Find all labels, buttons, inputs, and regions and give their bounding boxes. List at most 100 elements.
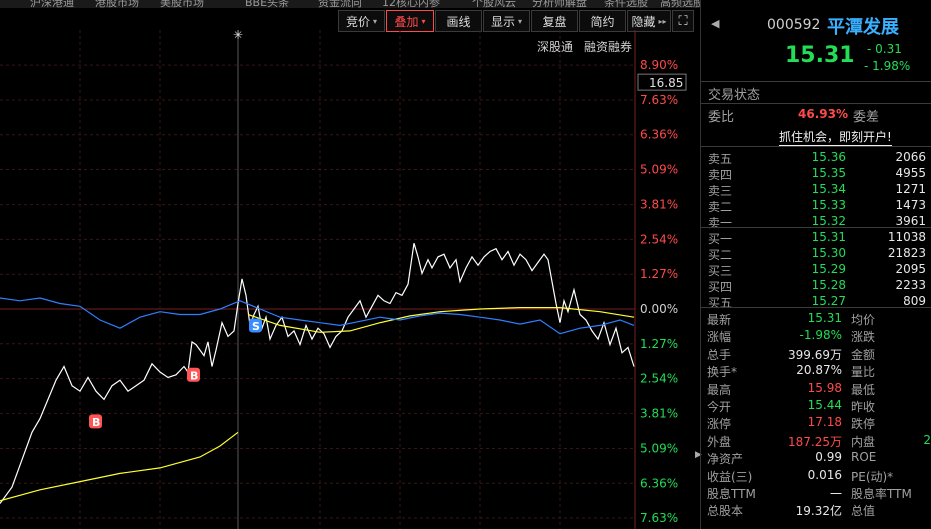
orderbook-volume: 1271 xyxy=(895,182,926,196)
stat-item: 涨幅 -1.98% xyxy=(707,328,842,345)
stat-item: 总值 xyxy=(851,502,931,519)
orderbook-row[interactable]: 卖二 15.33 1473 xyxy=(701,198,931,214)
stat-label: 量比 xyxy=(851,365,876,380)
quote-panel: ◀ 000592 平潭发展 15.31 - 0.31 - 1.98% 交易状态 … xyxy=(700,0,931,529)
orderbook-row[interactable]: 卖三 15.34 1271 xyxy=(701,182,931,198)
stat-value: 0.99 xyxy=(815,450,842,465)
divider xyxy=(701,227,931,228)
stat-label: 股息率TTM xyxy=(851,487,912,501)
stat-item: 跌停 xyxy=(851,415,931,432)
stat-label: 换手* xyxy=(707,365,738,380)
orderbook-level-label: 卖五 xyxy=(708,152,733,166)
orderbook-volume: 21823 xyxy=(887,246,926,260)
orderbook-level-label: 买四 xyxy=(708,280,733,294)
weibi-label: 委比 xyxy=(708,110,735,125)
top-menu-item[interactable]: 资金流向 xyxy=(318,0,362,8)
stat-value: 15.44 xyxy=(807,398,842,412)
orderbook-price: 15.29 xyxy=(811,262,846,276)
top-menu-item[interactable]: 高频选股 xyxy=(660,0,700,8)
orderbook-row[interactable]: 买三 15.29 2095 xyxy=(701,262,931,278)
y-axis-tick-label: 5.09% xyxy=(640,163,678,177)
stock-code: 000592 xyxy=(767,17,821,33)
divider xyxy=(701,81,931,82)
stat-value: 17.18 xyxy=(807,415,842,430)
orderbook-row[interactable]: 买一 15.31 11038 xyxy=(701,230,931,246)
open-account-link[interactable]: 抓住机会，即刻开户! xyxy=(779,128,892,146)
stat-item: 金额 xyxy=(851,346,931,363)
stat-value: 19.32亿 xyxy=(795,504,842,519)
toolbar-diejia-button[interactable]: 叠加 ▾ xyxy=(386,10,434,32)
toolbar-xianshi-button[interactable]: 显示 ▾ xyxy=(483,10,530,32)
chevron-down-icon: ▾ xyxy=(518,16,523,26)
cursor-marker-icon: ✳ xyxy=(233,30,243,42)
y-axis-tick-label: 1.27% xyxy=(640,267,678,281)
chevron-down-icon: ▾ xyxy=(421,16,426,26)
toolbar-fupan-button[interactable]: 复盘 xyxy=(531,10,578,32)
stat-item: 量比 xyxy=(851,363,931,380)
y-axis-tick-label: 2.54% xyxy=(640,232,678,246)
stat-item: 换手* 20.87% xyxy=(707,363,842,380)
toolbar-jingjia-button[interactable]: 竞价 ▾ xyxy=(338,10,385,32)
divider xyxy=(701,103,931,104)
top-menu-item[interactable]: 沪深港通 xyxy=(30,0,74,8)
orderbook-level-label: 卖一 xyxy=(708,216,733,230)
cursor-price-label: 16.85 xyxy=(649,76,683,90)
series-avg-line xyxy=(247,307,635,333)
top-menu-item[interactable]: 条件选股 xyxy=(604,0,648,8)
stat-value: -1.98% xyxy=(799,328,842,343)
trade-marker-label: B xyxy=(92,416,100,429)
stat-label: 总手 xyxy=(707,347,732,362)
stat-item: 均价 xyxy=(851,311,931,328)
orderbook-level-label: 买三 xyxy=(708,264,733,278)
orderbook-price: 15.28 xyxy=(811,278,846,292)
y-axis-tick-label: 8.90% xyxy=(640,58,678,72)
stat-item: 今开 15.44 xyxy=(707,398,842,415)
top-menu-item[interactable]: 个股风云 xyxy=(472,0,516,8)
orderbook-volume: 11038 xyxy=(887,230,926,244)
orderbook-row[interactable]: 买四 15.28 2233 xyxy=(701,278,931,294)
top-menu: 沪深港通 港股市场 美股市场 BBE头条 资金流向 12核心内参 个股风云 分析… xyxy=(0,0,700,8)
orderbook-level-label: 买五 xyxy=(708,296,733,310)
y-axis-tick-label: 1.27% xyxy=(640,337,678,351)
stat-item: 股息TTM 一 xyxy=(707,485,842,502)
intraday-chart[interactable]: 8.90% 7.63% 6.36% 5.09% 3.81% 2.54% 1.27% 0.00%… xyxy=(0,30,695,529)
toolbar-yincang-button[interactable]: 隐藏 ▸▸ xyxy=(627,10,671,32)
orderbook-volume: 4955 xyxy=(895,166,926,180)
toolbar-huaxian-button[interactable]: 画线 xyxy=(435,10,482,32)
orderbook-volume: 1473 xyxy=(895,198,926,212)
stock-name[interactable]: 平潭发展 xyxy=(827,13,899,39)
stat-label: 涨跌 xyxy=(851,330,876,345)
stat-label: 均价 xyxy=(851,313,876,327)
orderbook-level-label: 卖二 xyxy=(708,200,733,214)
stat-label: 最新 xyxy=(707,313,732,327)
orderbook-volume: 2233 xyxy=(895,278,926,292)
top-menu-item[interactable]: BBE头条 xyxy=(245,0,289,8)
stat-label: 跌停 xyxy=(851,417,876,432)
collapse-left-icon[interactable]: ◀ xyxy=(711,17,719,30)
orderbook-row[interactable]: 买二 15.30 21823 xyxy=(701,246,931,262)
top-menu-item[interactable]: 港股市场 xyxy=(95,0,139,8)
y-axis-tick-label: 7.63% xyxy=(640,93,678,107)
top-menu-item[interactable]: 12核心内参 xyxy=(382,0,440,8)
series-index-line xyxy=(0,297,635,335)
orderbook-row[interactable]: 卖五 15.36 2066 xyxy=(701,150,931,166)
top-menu-item[interactable]: 美股市场 xyxy=(160,0,204,8)
y-axis-tick-label: 3.81% xyxy=(640,406,678,420)
stat-item: 总股本 19.32亿 xyxy=(707,502,842,519)
y-axis-tick-label: 2.54% xyxy=(640,372,678,386)
stat-item: 净资产 0.99 xyxy=(707,450,842,467)
toolbar-jianyue-button[interactable]: 简约 xyxy=(579,10,626,32)
stat-label: 最高 xyxy=(707,382,732,397)
stat-label: 股息TTM xyxy=(707,487,756,501)
stat-label: 净资产 xyxy=(707,452,744,467)
series-price-line xyxy=(0,243,635,504)
top-menu-item[interactable]: 分析师解盘 xyxy=(532,0,587,8)
expand-icon[interactable]: ⛶ xyxy=(672,10,694,32)
stat-value: 15.98 xyxy=(807,380,842,395)
orderbook-row[interactable]: 卖四 15.35 4955 xyxy=(701,166,931,182)
orderbook-volume: 809 xyxy=(903,294,926,308)
trade-marker-label: B xyxy=(190,369,198,382)
orderbook-price: 15.32 xyxy=(811,214,846,228)
orderbook-price: 15.36 xyxy=(811,150,846,164)
orderbook-level-label: 买一 xyxy=(708,232,733,246)
